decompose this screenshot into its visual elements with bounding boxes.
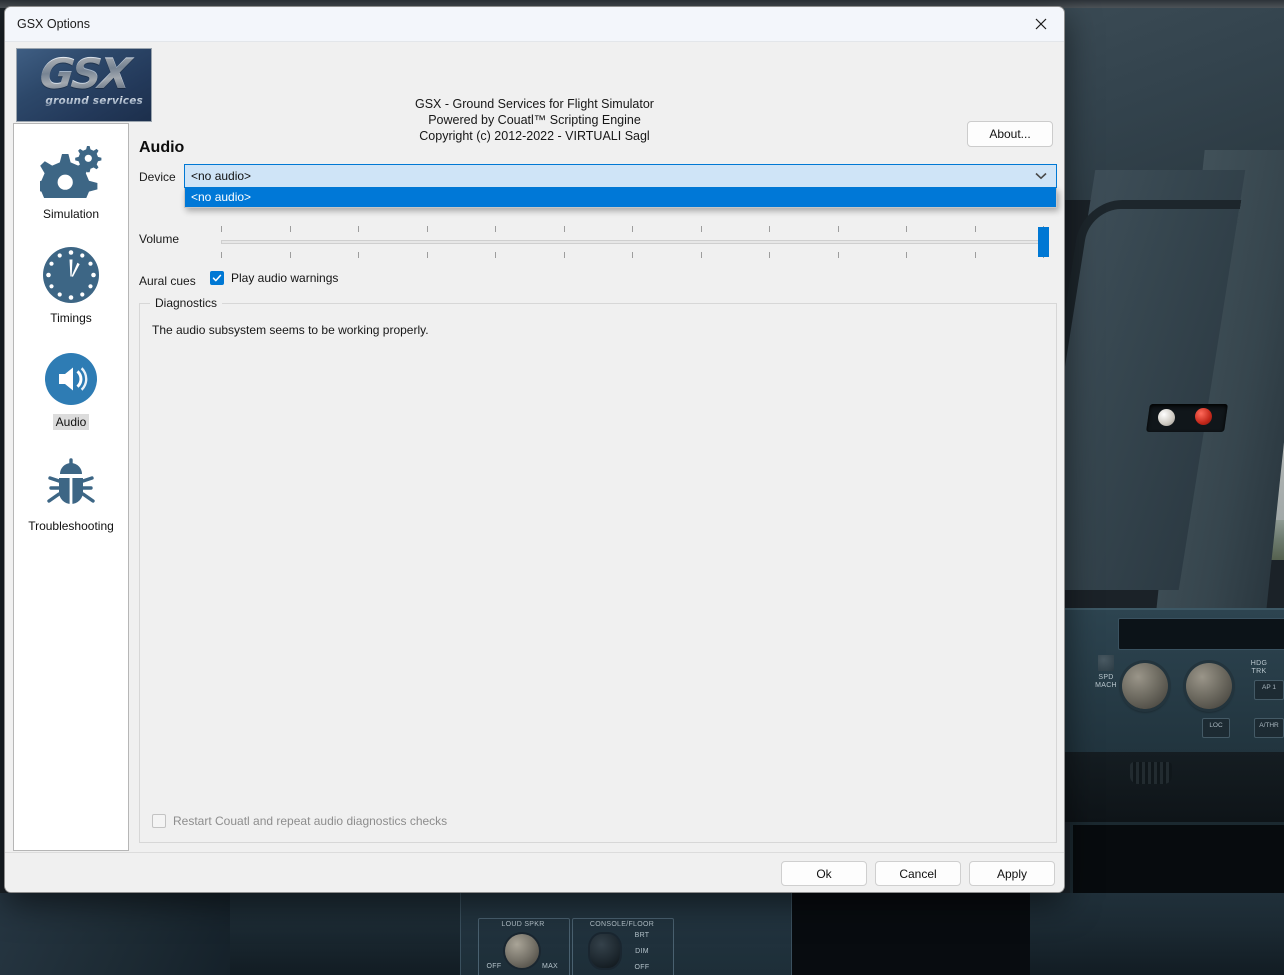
off-label: OFF <box>634 964 650 971</box>
fcu-ap1-button: AP 1 <box>1254 680 1284 700</box>
fcu-display <box>1118 618 1284 650</box>
slider-tick <box>289 252 291 258</box>
white-indicator-lamp <box>1158 409 1175 426</box>
slider-thumb[interactable] <box>1038 227 1049 257</box>
loud-spkr-label: LOUD SPKR <box>501 921 545 928</box>
bug-icon <box>14 452 128 514</box>
slider-tick <box>906 226 907 232</box>
gsx-logo-subtitle: ground services <box>17 95 143 107</box>
dialog-body: Simulation Timings Audio Troubleshooting… <box>5 123 1064 853</box>
dim-label: DIM <box>635 948 649 955</box>
sidebar-item-audio[interactable]: Audio <box>14 332 128 436</box>
slider-tick <box>700 252 702 258</box>
slider-tick <box>700 226 702 232</box>
device-combobox: <no audio> <no audio> <box>184 164 1057 208</box>
chevron-down-icon <box>1035 169 1047 183</box>
aural-cues-label: Aural cues <box>139 274 196 288</box>
sidebar-item-timings[interactable]: Timings <box>14 228 128 332</box>
close-icon[interactable] <box>1018 7 1064 41</box>
slider-tick <box>974 226 976 232</box>
fcu-athr-button: A/THR <box>1254 718 1284 738</box>
sidebar-item-label: Timings <box>50 311 92 325</box>
fcu-loc-button: LOC <box>1202 718 1230 738</box>
sidebar-item-label: Audio <box>52 414 90 430</box>
page-title: Audio <box>139 139 185 156</box>
slider-tick <box>769 226 770 232</box>
volume-label: Volume <box>139 232 180 246</box>
slider-tick <box>426 226 428 232</box>
gsx-options-dialog: GSX Options GSX ground services GSX - Gr… <box>4 6 1065 893</box>
slider-tick <box>221 226 222 232</box>
max-label: MAX <box>541 963 559 970</box>
slider-tick <box>358 226 359 232</box>
off-min-label: OFF <box>486 963 502 970</box>
gears-icon <box>14 140 128 202</box>
checkbox-box <box>210 271 224 285</box>
device-select[interactable]: <no audio> <box>184 164 1057 188</box>
dialog-header: GSX ground services GSX - Ground Service… <box>5 42 1064 147</box>
device-label: Device <box>139 170 176 184</box>
sidebar-item-label: Troubleshooting <box>28 519 114 533</box>
slider-tick <box>974 252 976 258</box>
checkbox-box <box>152 814 166 828</box>
speaker-icon <box>14 348 128 410</box>
fcu-spd-mach-label: SPD MACH <box>1095 674 1117 689</box>
slider-tick <box>906 252 907 258</box>
device-selected-value: <no audio> <box>191 169 252 183</box>
pedestal-dark-screen <box>790 893 1030 975</box>
diagnostics-group: Diagnostics The audio subsystem seems to… <box>139 296 1057 843</box>
dialog-footer: Ok Cancel Apply <box>5 852 1064 892</box>
slider-tick <box>495 252 496 258</box>
gsx-logo: GSX ground services <box>16 48 152 122</box>
fcu-speed-knob <box>1122 663 1168 709</box>
slider-tick <box>632 226 633 232</box>
navigation-sidebar: Simulation Timings Audio Troubleshooting <box>13 123 129 851</box>
play-audio-warnings-checkbox[interactable]: Play audio warnings <box>210 271 338 285</box>
restart-diagnostics-checkbox[interactable]: Restart Couatl and repeat audio diagnost… <box>152 814 447 828</box>
diagnostics-legend: Diagnostics <box>150 296 223 310</box>
cancel-button[interactable]: Cancel <box>875 861 961 886</box>
cockpit-sidewall <box>0 893 230 975</box>
console-floor-label: CONSOLE/FLOOR <box>589 921 655 928</box>
slider-tick <box>769 252 770 258</box>
sidebar-item-label: Simulation <box>42 207 100 221</box>
slider-tick <box>632 252 633 258</box>
gsx-logo-text: GSX <box>20 49 147 98</box>
console-floor-knob <box>590 934 620 968</box>
title-bar: GSX Options <box>5 7 1064 42</box>
slider-tick <box>837 226 839 232</box>
slider-track <box>221 240 1043 244</box>
window-title: GSX Options <box>17 17 90 31</box>
diagnostics-status-text: The audio subsystem seems to be working … <box>152 323 429 337</box>
fcu-hdg-trk-label: HDG TRK <box>1250 660 1268 675</box>
slider-tick <box>358 252 359 258</box>
clock-icon <box>14 244 128 306</box>
volume-slider[interactable] <box>215 221 1049 263</box>
device-dropdown-list: <no audio> <box>184 188 1057 208</box>
checkbox-label: Restart Couatl and repeat audio diagnost… <box>173 814 448 828</box>
slider-tick <box>289 226 291 232</box>
ok-button[interactable]: Ok <box>781 861 867 886</box>
sidebar-item-troubleshooting[interactable]: Troubleshooting <box>14 436 128 540</box>
brt-label: BRT <box>634 932 650 939</box>
slider-tick <box>837 252 839 258</box>
slider-tick <box>495 226 496 232</box>
sidebar-item-simulation[interactable]: Simulation <box>14 124 128 228</box>
fcu-heading-knob <box>1186 663 1232 709</box>
slider-tick <box>563 226 565 232</box>
slider-tick <box>221 252 222 258</box>
checkbox-label: Play audio warnings <box>231 271 339 285</box>
fcu-small-knob <box>1098 655 1114 671</box>
sidestick-grip <box>1130 762 1172 784</box>
audio-settings-pane: Audio Device If you change the device, C… <box>137 123 1057 851</box>
product-name-line: GSX - Ground Services for Flight Simulat… <box>415 97 654 111</box>
slider-tick <box>563 252 565 258</box>
glareshield-tray <box>1062 752 1284 822</box>
apply-button[interactable]: Apply <box>969 861 1055 886</box>
red-indicator-lamp <box>1195 408 1212 425</box>
slider-tick <box>426 252 428 258</box>
dropdown-option-no-audio[interactable]: <no audio> <box>185 188 1056 207</box>
